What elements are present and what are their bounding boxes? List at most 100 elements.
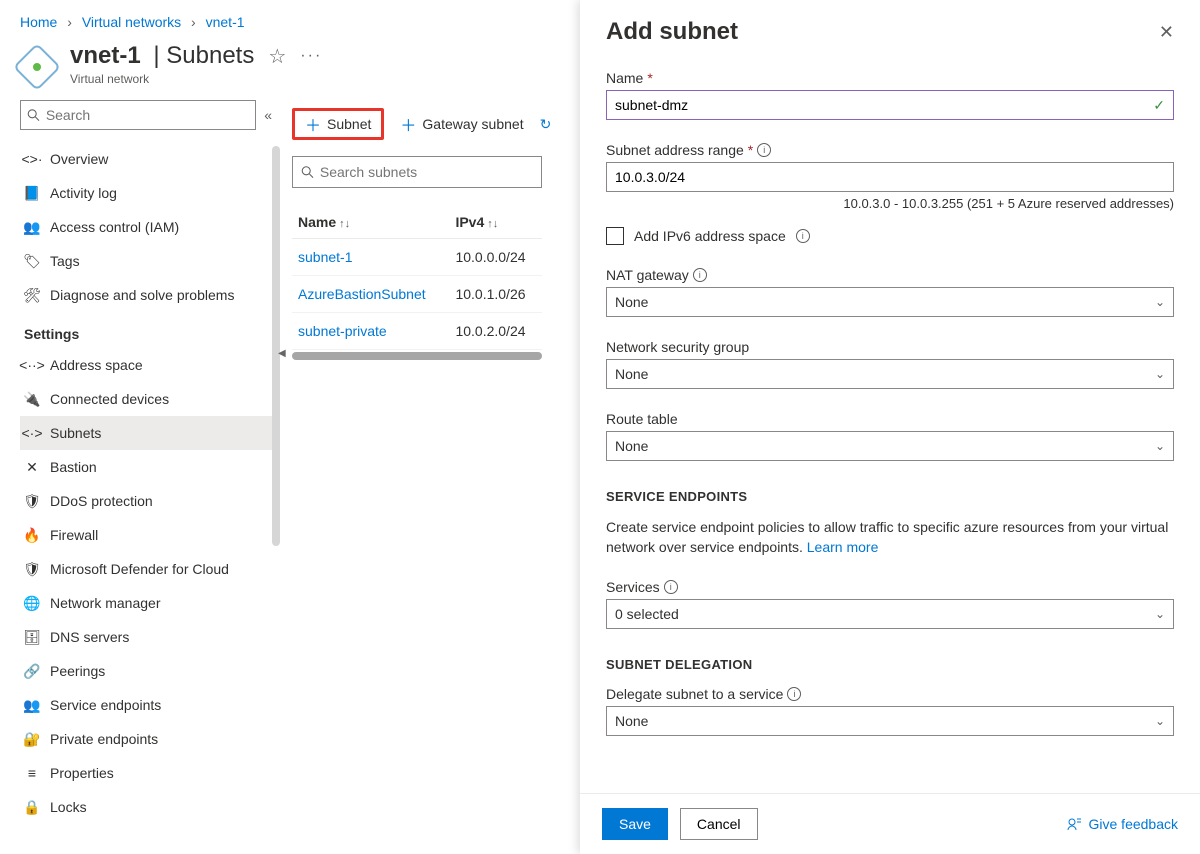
sidebar-item-label: Locks [50, 799, 87, 815]
table-row[interactable]: subnet-private10.0.2.0/24 [292, 313, 542, 350]
crumb-vnet1[interactable]: vnet-1 [206, 14, 245, 30]
sidebar-item-overview[interactable]: <>· Overview [20, 142, 272, 176]
delegate-select[interactable]: None⌄ [606, 706, 1174, 736]
sidebar-item-netmgr[interactable]: 🌐Network manager [20, 586, 272, 620]
range-input[interactable] [606, 162, 1174, 192]
sidebar-item-peer[interactable]: 🔗Peerings [20, 654, 272, 688]
give-feedback-link[interactable]: Give feedback [1067, 816, 1179, 832]
chevron-down-icon: ⌄ [1155, 439, 1165, 453]
sidebar-item-label: Private endpoints [50, 731, 158, 747]
rt-select[interactable]: None⌄ [606, 431, 1174, 461]
cancel-button[interactable]: Cancel [680, 808, 758, 840]
add-subnet-button[interactable]: ＋ Subnet [292, 108, 384, 140]
overview-icon: <>· [24, 151, 40, 167]
nat-select[interactable]: None⌄ [606, 287, 1174, 317]
chevron-right-icon: › [67, 14, 72, 30]
sidebar-item-subnets[interactable]: <·>Subnets [20, 416, 272, 450]
add-gateway-subnet-button[interactable]: ＋ Gateway subnet [390, 108, 533, 140]
crumb-vnets[interactable]: Virtual networks [82, 14, 181, 30]
sidebar-item-dns[interactable]: 🗄DNS servers [20, 620, 272, 654]
iam-icon: 👥 [24, 219, 40, 235]
range-hint: 10.0.3.0 - 10.0.3.255 (251 + 5 Azure res… [606, 196, 1174, 211]
sidebar-item-label: Network manager [50, 595, 161, 611]
range-input-field[interactable] [615, 169, 1165, 185]
name-label: Name [606, 70, 643, 86]
name-input-field[interactable] [615, 97, 1153, 113]
sidebar-item-priv[interactable]: 🔐 Private endpoints [20, 722, 272, 756]
subnet-search-input[interactable] [320, 164, 533, 180]
sidebar-item-label: Microsoft Defender for Cloud [50, 561, 229, 577]
subnet-ipv4-cell: 10.0.1.0/26 [449, 276, 542, 313]
info-icon[interactable]: i [757, 143, 771, 157]
refresh-icon[interactable]: ↻ [540, 116, 552, 133]
sidebar-item-label: Address space [50, 357, 143, 373]
info-icon[interactable]: i [787, 687, 801, 701]
feedback-icon [1067, 816, 1083, 832]
sidebar-item-devices[interactable]: 🔌Connected devices [20, 382, 272, 416]
table-row[interactable]: subnet-110.0.0.0/24 [292, 239, 542, 276]
info-icon[interactable]: i [693, 268, 707, 282]
info-icon[interactable]: i [664, 580, 678, 594]
sidebar-search[interactable] [20, 100, 256, 130]
sidebar-item-addr[interactable]: <··>Address space [20, 348, 272, 382]
resource-type-label: Virtual network [70, 72, 322, 86]
sidebar-item-label: Diagnose and solve problems [50, 287, 234, 303]
sidebar-item-firewall[interactable]: 🔥Firewall [20, 518, 272, 552]
rt-label: Route table [606, 411, 678, 427]
subnet-name-cell[interactable]: subnet-private [292, 313, 449, 350]
chevron-down-icon: ⌄ [1155, 295, 1165, 309]
priv-icon: 🔐 [24, 731, 40, 747]
ipv6-label: Add IPv6 address space [634, 228, 786, 244]
subnet-name-cell[interactable]: AzureBastionSubnet [292, 276, 449, 313]
sidebar-item-bastion[interactable]: ✕Bastion [20, 450, 272, 484]
peer-icon: 🔗 [24, 663, 40, 679]
add-gateway-label: Gateway subnet [422, 116, 523, 132]
subnet-name-cell[interactable]: subnet-1 [292, 239, 449, 276]
sidebar-search-input[interactable] [46, 107, 249, 123]
service-endpoints-desc: Create service endpoint policies to allo… [606, 518, 1174, 557]
sidebar-item-prop[interactable]: ≡Properties [20, 756, 272, 790]
subnets-table: Name↑↓ IPv4↑↓ subnet-110.0.0.0/24AzureBa… [292, 206, 542, 350]
learn-more-link[interactable]: Learn more [807, 539, 879, 555]
sidebar-item-diag[interactable]: 🛠Diagnose and solve problems [20, 278, 272, 312]
vnet-resource-icon [13, 43, 61, 91]
subnet-search[interactable] [292, 156, 542, 188]
sidebar-item-tags[interactable]: 🏷Tags [20, 244, 272, 278]
info-icon[interactable]: i [796, 229, 810, 243]
save-button[interactable]: Save [602, 808, 668, 840]
favorite-star-icon[interactable]: ☆ [268, 44, 286, 69]
add-subnet-label: Subnet [327, 116, 371, 132]
table-hscrollbar[interactable] [292, 352, 542, 360]
col-name[interactable]: Name↑↓ [292, 206, 449, 239]
name-input[interactable]: ✓ [606, 90, 1174, 120]
settings-heading: Settings [24, 326, 272, 342]
col-ipv4[interactable]: IPv4↑↓ [449, 206, 542, 239]
sidebar-item-svc[interactable]: 👥Service endpoints [20, 688, 272, 722]
services-select[interactable]: 0 selected⌄ [606, 599, 1174, 629]
sidebar-item-locks[interactable]: 🔒Locks [20, 790, 272, 824]
activity-icon: 📘 [24, 185, 40, 201]
sidebar-item-label: Overview [50, 151, 108, 167]
sidebar-item-defender[interactable]: 🛡 Microsoft Defender for Cloud [20, 552, 272, 586]
search-icon [301, 165, 314, 179]
sidebar-item-label: DNS servers [50, 629, 129, 645]
chevron-down-icon: ⌄ [1155, 714, 1165, 728]
close-icon[interactable]: ✕ [1159, 22, 1174, 43]
subnet-ipv4-cell: 10.0.2.0/24 [449, 313, 542, 350]
defender-icon: 🛡 [24, 561, 40, 577]
panel-title: Add subnet [606, 18, 738, 46]
more-menu-icon[interactable]: ··· [300, 47, 322, 65]
page-title: vnet-1 | Subnets [70, 42, 254, 70]
sidebar-item-activity[interactable]: 📘Activity log [20, 176, 272, 210]
sidebar-item-ddos[interactable]: 🛡DDoS protection [20, 484, 272, 518]
table-row[interactable]: AzureBastionSubnet10.0.1.0/26 [292, 276, 542, 313]
nsg-select[interactable]: None⌄ [606, 359, 1174, 389]
firewall-icon: 🔥 [24, 527, 40, 543]
range-label: Subnet address range [606, 142, 744, 158]
collapse-sidebar-icon[interactable]: « [264, 107, 272, 123]
prop-icon: ≡ [24, 765, 40, 781]
nsg-label: Network security group [606, 339, 749, 355]
ipv6-checkbox[interactable] [606, 227, 624, 245]
crumb-home[interactable]: Home [20, 14, 57, 30]
sidebar-item-iam[interactable]: 👥Access control (IAM) [20, 210, 272, 244]
